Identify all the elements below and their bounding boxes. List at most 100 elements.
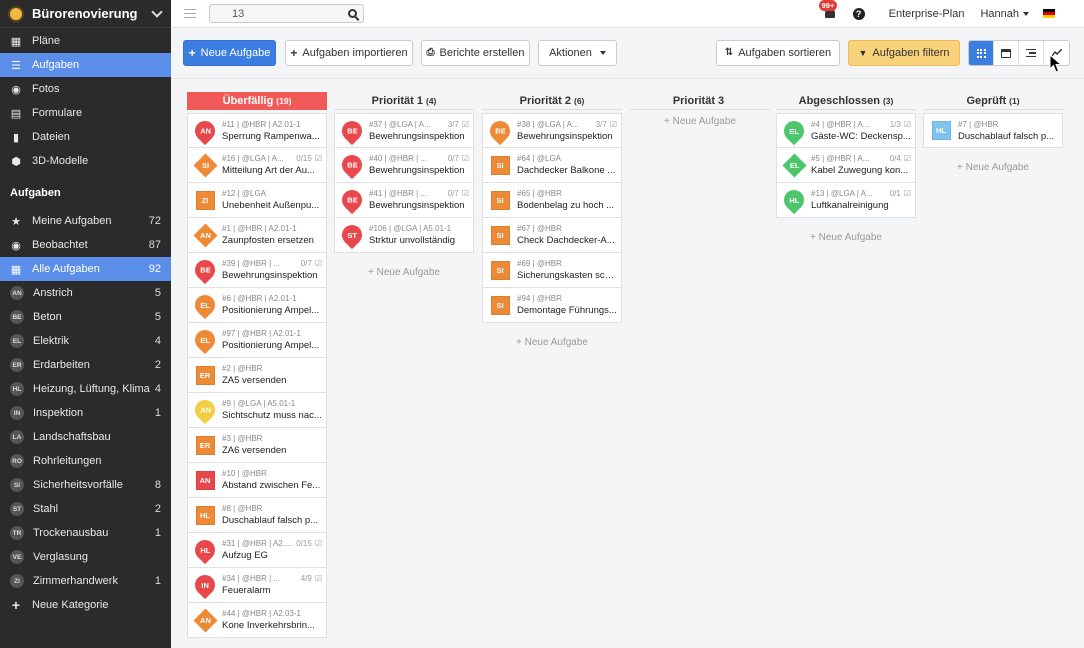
- sidebar-item-fotos[interactable]: ◉ Fotos: [0, 77, 171, 101]
- task-card[interactable]: SI #69 | @HBR Sicherungskasten sch...: [482, 253, 622, 288]
- help-icon[interactable]: ?: [852, 7, 865, 20]
- sidebar-category-st[interactable]: ST Stahl 2: [0, 497, 171, 521]
- task-card[interactable]: SI #94 | @HBR Demontage Führungs...: [482, 288, 622, 323]
- card-body: #16 | @LGA | A... 0/15 ☑ Mitteilung Art der…: [222, 153, 322, 177]
- new-category-button[interactable]: + Neue Kategorie: [0, 593, 171, 617]
- sidebar-filter-2[interactable]: ▦ Alle Aufgaben 92: [0, 257, 171, 281]
- checkbox-icon: ☑: [314, 574, 322, 583]
- sidebar-category-in[interactable]: IN Inspektion 1: [0, 401, 171, 425]
- task-card[interactable]: EL #5 | @HBR | A... 0/4 ☑ Kabel Zuwegung kon…: [776, 148, 916, 183]
- search-input[interactable]: 13: [209, 4, 364, 23]
- category-badge: LA: [10, 430, 24, 444]
- task-card[interactable]: ER #2 | @HBR ZA5 versenden: [187, 358, 327, 393]
- marker-abbr: EL: [789, 160, 799, 170]
- task-card[interactable]: IN #34 | @HBR | ... 4/9 ☑ Feueralarm: [187, 568, 327, 603]
- sidebar-item-formulare[interactable]: ▤ Formulare: [0, 101, 171, 125]
- task-card[interactable]: AN #10 | @HBR Abstand zwischen Fe...: [187, 463, 327, 498]
- task-card[interactable]: ZI #12 | @LGA Unebenheit Außenpu...: [187, 183, 327, 218]
- task-card[interactable]: AN #1 | @HBR | A2.01-1 Zaunpfosten ersetze…: [187, 218, 327, 253]
- plus-icon: +: [188, 46, 196, 60]
- category-count: 5: [154, 311, 161, 323]
- task-card[interactable]: SI #65 | @HBR Bodenbelag zu hoch ...: [482, 183, 622, 218]
- task-card[interactable]: EL #4 | @HBR | A... 1/3 ☑ Gäste-WC: Deckensp…: [776, 113, 916, 148]
- diamond-marker: AN: [192, 222, 218, 248]
- task-marker-icon: ER: [194, 433, 216, 457]
- card-meta: #4 | @HBR | A... 1/3 ☑: [811, 119, 911, 130]
- card-title: Bodenbelag zu hoch ...: [517, 200, 615, 211]
- sidebar-category-be[interactable]: BE Beton 5: [0, 305, 171, 329]
- card-title: Feueralarm: [222, 585, 271, 596]
- task-card[interactable]: BE #41 | @HBR | ... 0/7 ☑ Bewehrungsinspekti…: [334, 183, 474, 218]
- add-task-link[interactable]: + Neue Aufgabe: [334, 267, 474, 278]
- card-meta: #69 | @HBR: [517, 258, 617, 269]
- board-view-button[interactable]: [969, 41, 994, 65]
- task-card[interactable]: AN #11 | @HBR | A2.01-1 Sperrung Rampenwa.…: [187, 113, 327, 148]
- task-card[interactable]: HL #13 | @LGA | A... 0/1 ☑ Luftkanalreinigun…: [776, 183, 916, 218]
- sliders-icon: [1026, 48, 1036, 58]
- task-card[interactable]: ST #106 | @LGA | A5.01-1 Strktur unvollstä…: [334, 218, 474, 253]
- card-body: #64 | @LGA Dachdecker Balkone ...: [517, 153, 617, 177]
- sidebar-category-er[interactable]: ER Erdarbeiten 2: [0, 353, 171, 377]
- notifications-button[interactable]: 99+: [818, 0, 838, 21]
- task-card[interactable]: EL #6 | @HBR | A2.01-1 Positionierung Ampe…: [187, 288, 327, 323]
- caret-down-icon: [599, 51, 606, 55]
- menu-icon[interactable]: [184, 6, 196, 21]
- sidebar-category-ve[interactable]: VE Verglasung: [0, 545, 171, 569]
- add-task-link[interactable]: + Neue Aufgabe: [776, 232, 916, 243]
- plan-link[interactable]: Enterprise-Plan: [889, 8, 965, 20]
- task-card[interactable]: BE #37 | @LGA | A... 3/7 ☑ Bewehrungsinspekt…: [334, 113, 474, 148]
- task-card[interactable]: BE #40 | @HBR | ... 0/7 ☑ Bewehrungsinspekti…: [334, 148, 474, 183]
- task-card[interactable]: EL #97 | @HBR | A2.01-1 Positionierung Amp…: [187, 323, 327, 358]
- sidebar-category-si[interactable]: SI Sicherheitsvorfälle 8: [0, 473, 171, 497]
- search-icon[interactable]: [348, 9, 357, 18]
- task-card[interactable]: HL #31 | @HBR | A2.01-1 0/15 ☑ Aufzug EG: [187, 533, 327, 568]
- gantt-view-button[interactable]: [1019, 41, 1044, 65]
- sidebar-category-la[interactable]: LA Landschaftsbau: [0, 425, 171, 449]
- task-card[interactable]: AN #44 | @HBR | A2.03-1 Kone Inverkehrsbri…: [187, 603, 327, 638]
- pin-marker: BE: [190, 255, 220, 285]
- task-card[interactable]: SI #67 | @HBR Check Dachdecker-A...: [482, 218, 622, 253]
- task-card[interactable]: SI #64 | @LGA Dachdecker Balkone ...: [482, 148, 622, 183]
- task-card[interactable]: BE #39 | @HBR | ... 0/7 ☑ Bewehrungsinspekti…: [187, 253, 327, 288]
- task-marker-icon: BE: [337, 185, 367, 215]
- filter-tasks-button[interactable]: ▼ Aufgaben filtern: [848, 40, 960, 66]
- card-reference: #12 | @LGA: [222, 189, 266, 198]
- sidebar-item-3d-modelle[interactable]: ⬢ 3D-Modelle: [0, 149, 171, 173]
- task-card[interactable]: BE #38 | @LGA | A... 3/7 ☑ Bewehrungsinspekt…: [482, 113, 622, 148]
- sidebar-filter-0[interactable]: ★ Meine Aufgaben 72: [0, 209, 171, 233]
- sidebar-category-el[interactable]: EL Elektrik 4: [0, 329, 171, 353]
- sidebar-category-tr[interactable]: TR Trockenausbau 1: [0, 521, 171, 545]
- new-task-button[interactable]: + Neue Aufgabe: [183, 40, 276, 66]
- cube-icon: ⬢: [11, 155, 21, 168]
- task-card[interactable]: SI #16 | @LGA | A... 0/15 ☑ Mitteilung Art d…: [187, 148, 327, 183]
- add-task-link[interactable]: + Neue Aufgabe: [923, 162, 1063, 173]
- category-label: Rohrleitungen: [33, 455, 102, 467]
- create-reports-button[interactable]: ⎙ Berichte erstellen: [421, 40, 530, 66]
- add-task-link[interactable]: + Neue Aufgabe: [630, 116, 770, 127]
- sidebar-category-an[interactable]: AN Anstrich 5: [0, 281, 171, 305]
- sidebar-filter-1[interactable]: ◉ Beobachtet 87: [0, 233, 171, 257]
- sidebar-item-dateien[interactable]: ▮ Dateien: [0, 125, 171, 149]
- sidebar-category-hl[interactable]: HL Heizung, Lüftung, Klima 4: [0, 377, 171, 401]
- task-card[interactable]: HL #7 | @HBR Duschablauf falsch p...: [923, 113, 1063, 148]
- actions-dropdown[interactable]: Aktionen: [538, 40, 617, 66]
- column-header: Überfällig (19): [187, 92, 327, 110]
- sidebar-category-ro[interactable]: RO Rohrleitungen: [0, 449, 171, 473]
- sidebar-item-aufgaben[interactable]: ☰ Aufgaben: [0, 53, 171, 77]
- project-switcher[interactable]: Bürorenovierung: [0, 0, 171, 28]
- sidebar-item-pl-ne[interactable]: ▦ Pläne: [0, 29, 171, 53]
- sidebar-category-zi[interactable]: ZI Zimmerhandwerk 1: [0, 569, 171, 593]
- diamond-marker: AN: [192, 607, 218, 633]
- calendar-view-button[interactable]: [994, 41, 1019, 65]
- user-menu[interactable]: Hannah: [980, 8, 1029, 20]
- sort-tasks-button[interactable]: ⇅ Aufgaben sortieren: [716, 40, 840, 66]
- import-tasks-button[interactable]: + Aufgaben importieren: [285, 40, 413, 66]
- checklist-progress: 0/7: [447, 189, 459, 198]
- task-card[interactable]: HL #8 | @HBR Duschablauf falsch p...: [187, 498, 327, 533]
- category-badge: ER: [10, 358, 24, 372]
- german-flag-icon[interactable]: [1043, 9, 1055, 18]
- task-card[interactable]: AN #9 | @LGA | A5.01-1 Sichtschutz muss na…: [187, 393, 327, 428]
- add-task-link[interactable]: + Neue Aufgabe: [482, 337, 622, 348]
- checkbox-icon: ☑: [461, 154, 469, 163]
- task-card[interactable]: ER #3 | @HBR ZA6 versenden: [187, 428, 327, 463]
